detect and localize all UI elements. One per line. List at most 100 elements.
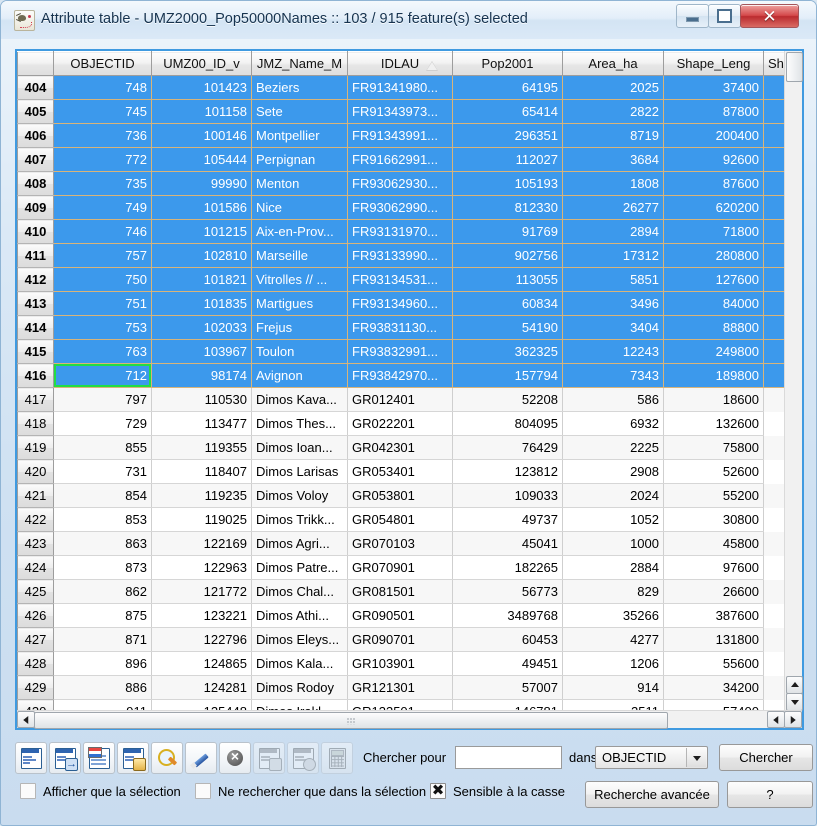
cell-shape-truncated[interactable] (764, 556, 786, 580)
cell-shape-truncated[interactable] (764, 340, 786, 364)
cell-umz00-id-v[interactable]: 113477 (152, 412, 252, 436)
cell-umz00-id-v[interactable]: 101215 (152, 220, 252, 244)
row-number-header[interactable]: 424 (18, 556, 54, 580)
table-row[interactable]: 40873599990MentonFR93062930...1051931808… (18, 172, 786, 196)
cell-shape-truncated[interactable] (764, 100, 786, 124)
cell-area-ha[interactable]: 914 (563, 676, 664, 700)
cell-shape-leng[interactable]: 18600 (664, 388, 764, 412)
cell-idlau[interactable]: GR053401 (348, 460, 453, 484)
cell-idlau[interactable]: GR053801 (348, 484, 453, 508)
cell-idlau[interactable]: GR121301 (348, 676, 453, 700)
cell-pop2001[interactable]: 113055 (453, 268, 563, 292)
column-header-area-ha[interactable]: Area_ha (563, 52, 664, 76)
cell-shape-leng[interactable]: 189800 (664, 364, 764, 388)
cell-umz00-id-v[interactable]: 122796 (152, 628, 252, 652)
cell-shape-leng[interactable]: 71800 (664, 220, 764, 244)
cell-umz00-id-v[interactable]: 101423 (152, 76, 252, 100)
cell-shape-leng[interactable]: 387600 (664, 604, 764, 628)
search-input[interactable] (455, 746, 562, 769)
row-number-header[interactable]: 425 (18, 580, 54, 604)
cell-objectid[interactable]: 753 (54, 316, 152, 340)
cell-shape-truncated[interactable] (764, 676, 786, 700)
cell-jmz-name-m[interactable]: Marseille (252, 244, 348, 268)
cell-area-ha[interactable]: 2024 (563, 484, 664, 508)
table-row[interactable]: 424873122963Dimos Patre...GR070901182265… (18, 556, 786, 580)
cell-idlau[interactable]: FR93842970... (348, 364, 453, 388)
cell-pop2001[interactable]: 54190 (453, 316, 563, 340)
table-row[interactable]: 414753102033FrejusFR93831130...541903404… (18, 316, 786, 340)
cell-objectid[interactable]: 855 (54, 436, 152, 460)
column-header-pop2001[interactable]: Pop2001 (453, 52, 563, 76)
cell-jmz-name-m[interactable]: Dimos Patre... (252, 556, 348, 580)
row-number-header[interactable]: 419 (18, 436, 54, 460)
cell-idlau[interactable]: GR070103 (348, 532, 453, 556)
clear-selection-button[interactable] (219, 742, 251, 774)
edit-button[interactable] (185, 742, 217, 774)
column-header-shape-leng[interactable]: Shape_Leng (664, 52, 764, 76)
cell-idlau[interactable]: FR93134531... (348, 268, 453, 292)
cell-objectid[interactable]: 772 (54, 148, 152, 172)
row-number-header[interactable]: 407 (18, 148, 54, 172)
cell-idlau[interactable]: FR93832991... (348, 340, 453, 364)
cell-area-ha[interactable]: 1000 (563, 532, 664, 556)
cell-shape-leng[interactable]: 87800 (664, 100, 764, 124)
cell-shape-leng[interactable]: 620200 (664, 196, 764, 220)
table-row[interactable]: 404748101423BeziersFR91341980...64195202… (18, 76, 786, 100)
row-number-header[interactable]: 423 (18, 532, 54, 556)
cell-umz00-id-v[interactable]: 124281 (152, 676, 252, 700)
cell-objectid[interactable]: 871 (54, 628, 152, 652)
row-number-header[interactable]: 404 (18, 76, 54, 100)
cell-area-ha[interactable]: 2225 (563, 436, 664, 460)
cell-jmz-name-m[interactable]: Dimos Eleys... (252, 628, 348, 652)
cell-jmz-name-m[interactable]: Frejus (252, 316, 348, 340)
table-row[interactable]: 429886124281Dimos RodoyGR121301570079143… (18, 676, 786, 700)
cell-idlau[interactable]: GR054801 (348, 508, 453, 532)
table-row[interactable]: 405745101158SeteFR91343973...65414282287… (18, 100, 786, 124)
cell-pop2001[interactable]: 49737 (453, 508, 563, 532)
cell-pop2001[interactable]: 56773 (453, 580, 563, 604)
cell-shape-leng[interactable]: 52600 (664, 460, 764, 484)
cell-umz00-id-v[interactable]: 122963 (152, 556, 252, 580)
cell-idlau[interactable]: GR103901 (348, 652, 453, 676)
scroll-right-button[interactable] (767, 711, 785, 728)
table-row[interactable]: 427871122796Dimos Eleys...GR090701604534… (18, 628, 786, 652)
row-number-header[interactable]: 421 (18, 484, 54, 508)
cell-umz00-id-v[interactable]: 122169 (152, 532, 252, 556)
dropdown-arrow-box[interactable] (686, 748, 706, 767)
cell-jmz-name-m[interactable]: Menton (252, 172, 348, 196)
cell-objectid[interactable]: 763 (54, 340, 152, 364)
scroll-left-button[interactable] (17, 711, 35, 728)
minimize-button[interactable] (676, 4, 709, 28)
cell-shape-leng[interactable]: 132600 (664, 412, 764, 436)
cell-area-ha[interactable]: 2822 (563, 100, 664, 124)
horizontal-scrollbar-thumb[interactable] (34, 712, 668, 729)
cell-shape-leng[interactable]: 30800 (664, 508, 764, 532)
cell-objectid[interactable]: 745 (54, 100, 152, 124)
cell-shape-leng[interactable]: 131800 (664, 628, 764, 652)
cell-jmz-name-m[interactable]: Vitrolles // ... (252, 268, 348, 292)
cell-idlau[interactable]: GR090501 (348, 604, 453, 628)
cell-idlau[interactable]: FR93831130... (348, 316, 453, 340)
cell-pop2001[interactable]: 91769 (453, 220, 563, 244)
table-row[interactable]: 420731118407Dimos LarisasGR0534011238122… (18, 460, 786, 484)
cell-jmz-name-m[interactable]: Perpignan (252, 148, 348, 172)
cell-idlau[interactable]: GR042301 (348, 436, 453, 460)
table-row[interactable]: 419855119355Dimos Ioan...GR0423017642922… (18, 436, 786, 460)
cell-objectid[interactable]: 712 (54, 364, 152, 388)
calculator-button[interactable] (321, 742, 353, 774)
cell-jmz-name-m[interactable]: Dimos Ioan... (252, 436, 348, 460)
cell-jmz-name-m[interactable]: Dimos Rodoy (252, 676, 348, 700)
cell-jmz-name-m[interactable]: Dimos Kala... (252, 652, 348, 676)
cell-objectid[interactable]: 875 (54, 604, 152, 628)
search-field-dropdown[interactable]: OBJECTID (595, 746, 708, 769)
maximize-button[interactable] (708, 4, 741, 28)
row-number-header[interactable]: 411 (18, 244, 54, 268)
cell-umz00-id-v[interactable]: 99990 (152, 172, 252, 196)
cell-jmz-name-m[interactable]: Dimos Thes... (252, 412, 348, 436)
row-number-header[interactable]: 422 (18, 508, 54, 532)
cell-jmz-name-m[interactable]: Avignon (252, 364, 348, 388)
cell-objectid[interactable]: 862 (54, 580, 152, 604)
cell-idlau[interactable]: FR91343991... (348, 124, 453, 148)
cell-objectid[interactable]: 735 (54, 172, 152, 196)
cell-area-ha[interactable]: 26277 (563, 196, 664, 220)
